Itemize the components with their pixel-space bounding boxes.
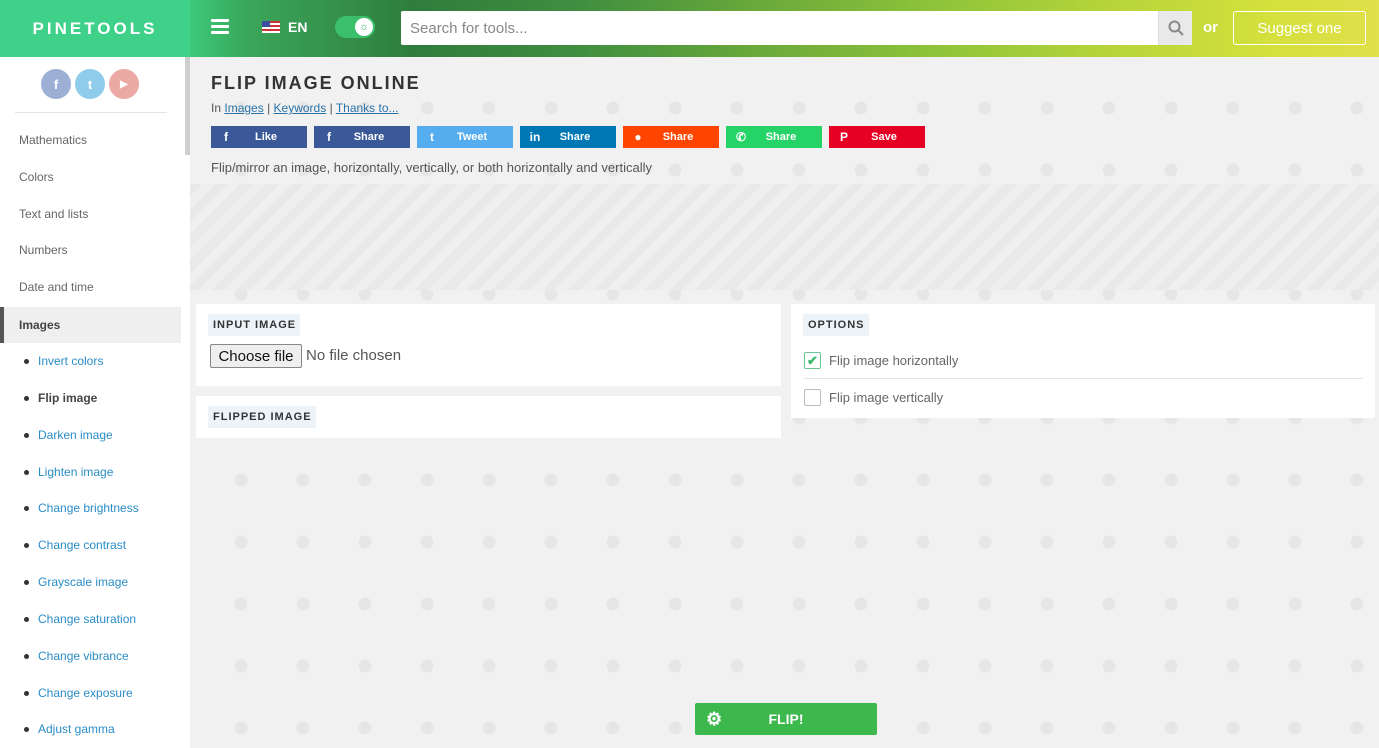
us-flag-icon: [262, 21, 280, 33]
options-label: OPTIONS: [803, 314, 869, 336]
whatsapp-share-button[interactable]: ✆ Share: [726, 126, 822, 148]
top-bar: PINETOOLS EN ☼ or Suggest one: [0, 0, 1379, 57]
flip-vertical-option[interactable]: Flip image vertically: [804, 389, 943, 406]
page-title: FLIP IMAGE ONLINE: [211, 73, 421, 93]
sidebar-subitem-grayscale-image[interactable]: Grayscale image: [24, 575, 128, 589]
sun-icon: ☼: [355, 18, 373, 36]
sidebar-item-date-and-time[interactable]: Date and time: [19, 280, 94, 294]
flipped-image-label: FLIPPED IMAGE: [208, 406, 316, 428]
options-panel: OPTIONS ✔ Flip image horizontally Flip i…: [791, 304, 1375, 418]
search-input[interactable]: [401, 11, 1158, 45]
sidebar-subitem-adjust-gamma[interactable]: Adjust gamma: [24, 722, 115, 736]
flip-button-label: FLIP!: [768, 711, 804, 727]
divider: [15, 112, 167, 113]
input-image-panel: INPUT IMAGE Choose file No file chosen: [196, 304, 781, 386]
language-code: EN: [288, 19, 308, 35]
search-bar: [401, 11, 1192, 45]
search-icon: [1168, 20, 1184, 36]
sidebar-subitem-invert-colors[interactable]: Invert colors: [24, 354, 103, 368]
search-button[interactable]: [1158, 11, 1192, 45]
ad-placeholder: [190, 184, 1379, 290]
suggest-button[interactable]: Suggest one: [1233, 11, 1366, 45]
choose-file-button[interactable]: Choose file: [210, 344, 302, 368]
logo-text: PINETOOLS: [32, 18, 158, 38]
flip-button[interactable]: ⚙ FLIP!: [695, 703, 877, 735]
flip-horizontal-option[interactable]: ✔ Flip image horizontally: [804, 352, 958, 369]
divider: [804, 378, 1363, 379]
sidebar-subitem-lighten-image[interactable]: Lighten image: [24, 465, 113, 479]
or-text: or: [1203, 19, 1218, 36]
link-keywords[interactable]: Keywords: [274, 101, 327, 115]
link-images[interactable]: Images: [224, 101, 263, 115]
flipped-image-panel: FLIPPED IMAGE: [196, 396, 781, 438]
tool-description: Flip/mirror an image, horizontally, vert…: [211, 160, 652, 175]
facebook-like-button[interactable]: f Like: [211, 126, 307, 148]
twitter-tweet-button[interactable]: t Tweet: [417, 126, 513, 148]
sidebar-item-colors[interactable]: Colors: [19, 170, 54, 184]
pinterest-save-button[interactable]: P Save: [829, 126, 925, 148]
menu-icon[interactable]: [211, 19, 229, 35]
sidebar-item-numbers[interactable]: Numbers: [19, 243, 68, 257]
social-links: f t ▶: [41, 69, 139, 99]
main-content: FLIP IMAGE ONLINE In Images | Keywords |…: [190, 57, 1379, 748]
sidebar-item-images[interactable]: Images: [0, 307, 181, 343]
input-image-label: INPUT IMAGE: [208, 314, 301, 336]
sidebar-subitem-change-brightness[interactable]: Change brightness: [24, 501, 139, 515]
sidebar-subitem-change-exposure[interactable]: Change exposure: [24, 686, 133, 700]
sidebar-subitem-change-saturation[interactable]: Change saturation: [24, 612, 136, 626]
theme-toggle[interactable]: ☼: [335, 16, 375, 38]
flip-vertical-checkbox[interactable]: [804, 389, 821, 406]
facebook-icon[interactable]: f: [41, 69, 71, 99]
facebook-share-button[interactable]: f Share: [314, 126, 410, 148]
reddit-share-button[interactable]: ● Share: [623, 126, 719, 148]
youtube-icon[interactable]: ▶: [109, 69, 139, 99]
flip-vertical-label: Flip image vertically: [829, 390, 944, 405]
sidebar: f t ▶ Mathematics Colors Text and lists …: [0, 57, 190, 748]
sidebar-item-mathematics[interactable]: Mathematics: [19, 133, 87, 147]
sidebar-item-text-and-lists[interactable]: Text and lists: [19, 207, 88, 221]
link-thanks[interactable]: Thanks to...: [336, 101, 399, 115]
no-file-text: No file chosen: [306, 347, 402, 364]
breadcrumb: In Images | Keywords | Thanks to...: [211, 101, 399, 115]
share-buttons: f Like f Share t Tweet in Share ● Share ✆ Shar…: [211, 126, 925, 148]
sidebar-subitem-flip-image[interactable]: Flip image: [24, 391, 97, 405]
flip-horizontal-label: Flip image horizontally: [829, 353, 959, 368]
flip-horizontal-checkbox[interactable]: ✔: [804, 352, 821, 369]
sidebar-subitem-change-vibrance[interactable]: Change vibrance: [24, 649, 129, 663]
sidebar-subitem-change-contrast[interactable]: Change contrast: [24, 538, 126, 552]
gear-icon: ⚙: [706, 709, 723, 729]
language-selector[interactable]: EN: [262, 19, 307, 35]
sidebar-subitem-darken-image[interactable]: Darken image: [24, 428, 113, 442]
twitter-icon[interactable]: t: [75, 69, 105, 99]
linkedin-share-button[interactable]: in Share: [520, 126, 616, 148]
logo[interactable]: PINETOOLS: [0, 0, 190, 57]
